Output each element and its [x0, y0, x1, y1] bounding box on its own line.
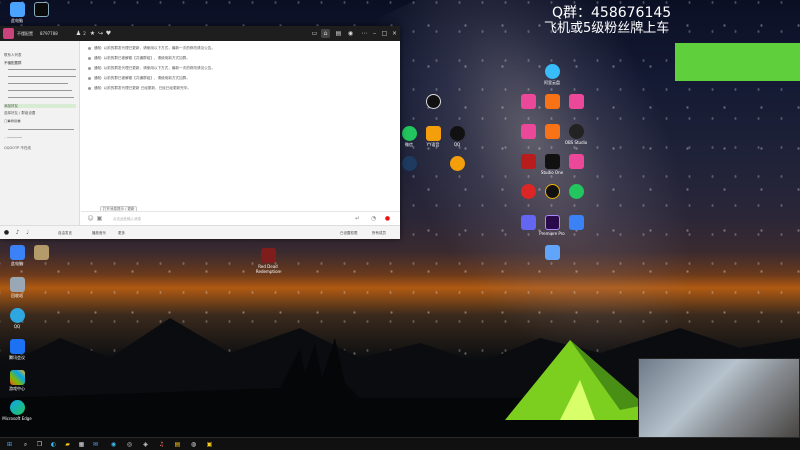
desktop-icon[interactable]: OBS Studio — [559, 124, 593, 145]
search-icon[interactable]: ⌕ — [22, 441, 29, 448]
message-line: 通知: 以前的群发代理已更新，请使用以下方式，最新一次的修改请见公告。 — [88, 46, 215, 51]
volume-icon[interactable]: ♪ — [13, 228, 22, 237]
desktop-icon[interactable]: 阿里云盘 — [535, 64, 569, 85]
message-line: 通知: 以前的群发代理已更新 已经更新，已经已经更新完毕。 — [88, 86, 191, 91]
stream-slogan: 飞机或5级粉丝牌上车 — [544, 21, 670, 36]
message-line: 通知: 以前的群已被解散【共通群组】，请使用新方式加群。 — [88, 56, 190, 61]
message-line: 通知: 以前的群发代理已更新，请使用以下方式，最新一次的修改请见公告。 — [88, 66, 215, 71]
sidebar-item[interactable]: 选择好友 / 群组设置 — [4, 111, 35, 115]
bottom-toolbar: ● ♪ ♩ 自由发言 播放音乐 更多 已设置权限 所有成员 — [0, 225, 400, 239]
contact-sidebar: 联系人列表 不懂配置群 添加好友 选择好友 / 群组设置 ▢▣▤▥▦ ◦ ───… — [0, 41, 80, 225]
desktop-icon[interactable]: 腾讯会议 — [0, 339, 34, 360]
qq-chat-window: 不懂配置 8797788 ♟ 2 ★ ↪ ♥ ▭ ⌂ ▤ ◉ ⋯ – □ × 联… — [0, 26, 400, 239]
desktop-icon[interactable] — [559, 94, 593, 110]
desktop-icon[interactable]: Microsoft Edge — [0, 400, 34, 421]
group-avatar[interactable] — [3, 28, 14, 39]
steam-icon[interactable]: ◈ — [142, 441, 149, 448]
message-area: 通知: 以前的群发代理已更新，请使用以下方式，最新一次的修改请见公告。 通知: … — [81, 41, 400, 211]
task-view-icon[interactable]: ❐ — [36, 441, 43, 448]
divider — [8, 90, 72, 91]
desktop-icon[interactable]: 游戏中心 — [0, 370, 34, 391]
group-id: 8797788 — [40, 31, 58, 36]
sidebar-item[interactable]: 不懂配置群 — [4, 61, 22, 65]
tent-illustration — [505, 340, 645, 420]
divider — [8, 129, 74, 130]
divider — [8, 83, 68, 84]
minimize-icon[interactable]: – — [370, 29, 379, 38]
divider — [8, 69, 76, 70]
desktop-icon[interactable]: 回收站 — [0, 277, 34, 298]
mail-icon[interactable]: ✉ — [92, 441, 99, 448]
folder-icon[interactable]: ▤ — [174, 441, 181, 448]
close-icon[interactable]: × — [390, 29, 399, 38]
edge-icon[interactable]: ◐ — [50, 441, 57, 448]
sidebar-item[interactable]: ▢▣▤▥▦ — [4, 119, 21, 123]
desktop-icon[interactable] — [559, 154, 593, 170]
camera-icon[interactable]: ● — [2, 228, 11, 237]
sidebar-item[interactable]: 联系人列表 — [4, 53, 22, 57]
desktop-icon[interactable]: QQ — [440, 126, 474, 147]
sidebar-item[interactable]: QQGOTP 不在线 — [4, 146, 31, 150]
message-line: 通知: 以前的群已被解散【共通群组】，请使用新方式加群。 — [88, 76, 190, 81]
explorer-icon[interactable]: ▰ — [64, 441, 71, 448]
desktop-icon[interactable]: Red Dead Redemption — [251, 248, 285, 274]
desktop-icon[interactable] — [535, 245, 569, 261]
mic-icon[interactable]: ● — [383, 214, 392, 223]
mic-toggle-icon[interactable]: ♩ — [23, 228, 32, 237]
desktop-icon[interactable] — [416, 94, 450, 110]
game-icon[interactable]: ◉ — [346, 29, 355, 38]
music-icon[interactable]: ♫ — [158, 441, 165, 448]
message-input-bar[interactable]: ☺ ▣ 点击此处输入消息 ↵ ◔ ● — [81, 211, 400, 225]
heart-icon[interactable]: ♥ — [104, 29, 113, 38]
divider — [8, 97, 74, 98]
image-icon[interactable]: ▣ — [95, 214, 104, 223]
maximize-icon[interactable]: □ — [380, 29, 389, 38]
app-icon[interactable]: ▣ — [206, 441, 213, 448]
bottom-item[interactable]: 自由发言 — [58, 231, 72, 236]
desktop-icon[interactable] — [559, 184, 593, 200]
more-icon[interactable]: ⋯ — [360, 29, 369, 38]
group-name: 不懂配置 — [17, 31, 33, 36]
windows-icon[interactable]: ⊞ — [6, 441, 13, 448]
desktop-icon[interactable] — [24, 2, 58, 18]
home-icon[interactable]: ⌂ — [321, 29, 330, 38]
sidebar-item[interactable]: ◦ ─────── — [4, 136, 22, 140]
green-banner — [675, 43, 800, 81]
bottom-item[interactable]: 所有成员 — [372, 231, 386, 236]
emoji-icon[interactable]: ☺ — [86, 214, 95, 223]
qq-icon[interactable]: ◉ — [110, 441, 117, 448]
divider — [8, 76, 76, 77]
file-icon[interactable]: ▤ — [334, 29, 343, 38]
desktop-icon[interactable] — [24, 245, 58, 261]
desktop-icon[interactable]: QQ — [0, 308, 34, 329]
chat-icon[interactable]: ◔ — [369, 214, 378, 223]
chat-taskbar-icon[interactable]: ◍ — [190, 441, 197, 448]
obs-icon[interactable]: ◎ — [126, 441, 133, 448]
window-titlebar: 不懂配置 8797788 ♟ 2 ★ ↪ ♥ ▭ ⌂ ▤ ◉ ⋯ – □ × — [0, 26, 400, 41]
screen-icon[interactable]: ▭ — [310, 29, 319, 38]
desktop-icon[interactable] — [559, 215, 593, 231]
taskbar: ⊞ ⌕ ❐ ◐ ▰ ▦ ✉ ◉ ◎ ◈ ♫ ▤ ◍ ▣ — [0, 437, 800, 450]
message-input[interactable]: 点击此处输入消息 — [113, 217, 141, 222]
store-icon[interactable]: ▦ — [78, 441, 85, 448]
bottom-item[interactable]: 播放音乐 — [92, 231, 106, 236]
send-icon[interactable]: ↵ — [353, 214, 362, 223]
desktop-icon[interactable] — [440, 156, 474, 172]
sidebar-item-selected[interactable]: 添加好友 — [4, 104, 76, 108]
bottom-item[interactable]: 已设置权限 — [340, 231, 358, 236]
bottom-item[interactable]: 更多 — [118, 231, 125, 236]
